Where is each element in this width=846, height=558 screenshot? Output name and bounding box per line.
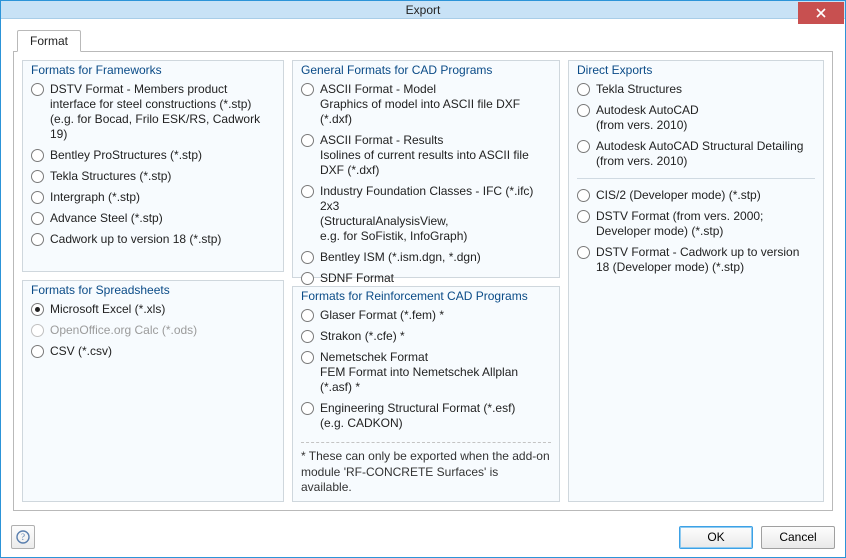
opt-openoffice: OpenOffice.org Calc (*.ods) xyxy=(31,320,275,341)
group-title: Formats for Spreadsheets xyxy=(29,283,172,297)
tabstrip: Format xyxy=(13,29,833,51)
radio-icon xyxy=(31,212,44,225)
help-icon: ? xyxy=(16,530,30,544)
radio-icon xyxy=(301,272,314,285)
group-direct-exports: Direct Exports Tekla Structures Autodesk… xyxy=(568,60,824,502)
ok-button[interactable]: OK xyxy=(679,526,753,549)
radio-icon xyxy=(301,309,314,322)
radio-icon xyxy=(31,345,44,358)
radio-icon xyxy=(31,303,44,316)
reinforcement-note: * These can only be exported when the ad… xyxy=(301,442,551,496)
radio-icon xyxy=(577,246,590,259)
opt-autocad[interactable]: Autodesk AutoCAD(from vers. 2010) xyxy=(577,100,815,136)
radio-icon xyxy=(577,104,590,117)
radio-icon xyxy=(31,149,44,162)
opt-glaser[interactable]: Glaser Format (*.fem) * xyxy=(301,305,551,326)
opt-cis2[interactable]: CIS/2 (Developer mode) (*.stp) xyxy=(577,185,815,206)
group-cad: General Formats for CAD Programs ASCII F… xyxy=(292,60,560,278)
opt-excel[interactable]: Microsoft Excel (*.xls) xyxy=(31,299,275,320)
opt-tekla-stp[interactable]: Tekla Structures (*.stp) xyxy=(31,166,275,187)
help-button[interactable]: ? xyxy=(11,525,35,549)
group-title: General Formats for CAD Programs xyxy=(299,63,494,77)
dialog-footer: ? OK Cancel xyxy=(1,519,845,557)
radio-icon xyxy=(31,170,44,183)
opt-intergraph[interactable]: Intergraph (*.stp) xyxy=(31,187,275,208)
opt-bentley-ism[interactable]: Bentley ISM (*.ism.dgn, *.dgn) xyxy=(301,247,551,268)
window-title: Export xyxy=(1,3,845,17)
group-spreadsheets: Formats for Spreadsheets Microsoft Excel… xyxy=(22,280,284,502)
columns: Formats for Frameworks DSTV Format - Mem… xyxy=(22,60,824,502)
radio-icon xyxy=(301,251,314,264)
radio-icon xyxy=(301,83,314,96)
opt-csv[interactable]: CSV (*.csv) xyxy=(31,341,275,362)
opt-bentley-prostructures[interactable]: Bentley ProStructures (*.stp) xyxy=(31,145,275,166)
export-dialog: Export Format Formats for Frameworks DST… xyxy=(0,0,846,558)
separator xyxy=(577,178,815,179)
group-title: Formats for Reinforcement CAD Programs xyxy=(299,289,530,303)
svg-text:?: ? xyxy=(21,532,25,542)
opt-esf[interactable]: Engineering Structural Format (*.esf)(e.… xyxy=(301,398,551,434)
opt-ascii-model[interactable]: ASCII Format - ModelGraphics of model in… xyxy=(301,79,551,130)
opt-tekla-direct[interactable]: Tekla Structures xyxy=(577,79,815,100)
radio-icon xyxy=(301,402,314,415)
opt-dstv-dev[interactable]: DSTV Format (from vers. 2000; Developer … xyxy=(577,206,815,242)
radio-icon xyxy=(31,233,44,246)
close-button[interactable] xyxy=(798,2,844,24)
dialog-body: Format Formats for Frameworks DSTV Forma… xyxy=(1,19,845,519)
opt-advance-steel[interactable]: Advance Steel (*.stp) xyxy=(31,208,275,229)
opt-dstv-stp[interactable]: DSTV Format - Members product interface … xyxy=(31,79,275,145)
column-left: Formats for Frameworks DSTV Format - Mem… xyxy=(22,60,284,502)
tab-format[interactable]: Format xyxy=(17,30,81,52)
group-title: Direct Exports xyxy=(575,63,654,77)
titlebar: Export xyxy=(1,1,845,19)
column-right: Direct Exports Tekla Structures Autodesk… xyxy=(568,60,824,502)
opt-dstv-cadwork-dev[interactable]: DSTV Format - Cadwork up to version 18 (… xyxy=(577,242,815,278)
opt-ascii-results[interactable]: ASCII Format - ResultsIsolines of curren… xyxy=(301,130,551,181)
opt-cadwork18[interactable]: Cadwork up to version 18 (*.stp) xyxy=(31,229,275,250)
group-reinforcement: Formats for Reinforcement CAD Programs G… xyxy=(292,286,560,502)
tabpage-format: Formats for Frameworks DSTV Format - Mem… xyxy=(13,51,833,511)
radio-icon xyxy=(301,185,314,198)
radio-icon xyxy=(301,330,314,343)
cancel-button[interactable]: Cancel xyxy=(761,526,835,549)
opt-autocad-sd[interactable]: Autodesk AutoCAD Structural Detailing (f… xyxy=(577,136,815,172)
opt-text: DSTV Format - Members product interface … xyxy=(50,82,275,142)
radio-icon xyxy=(577,210,590,223)
radio-icon xyxy=(577,189,590,202)
column-middle: General Formats for CAD Programs ASCII F… xyxy=(292,60,560,502)
radio-icon xyxy=(31,83,44,96)
radio-icon xyxy=(301,351,314,364)
radio-icon xyxy=(577,140,590,153)
group-title: Formats for Frameworks xyxy=(29,63,164,77)
opt-nemetschek[interactable]: Nemetschek FormatFEM Format into Nemetsc… xyxy=(301,347,551,398)
radio-icon xyxy=(577,83,590,96)
opt-ifc[interactable]: Industry Foundation Classes - IFC (*.ifc… xyxy=(301,181,551,247)
opt-strakon[interactable]: Strakon (*.cfe) * xyxy=(301,326,551,347)
radio-icon xyxy=(31,324,44,337)
close-icon xyxy=(815,7,827,19)
group-frameworks: Formats for Frameworks DSTV Format - Mem… xyxy=(22,60,284,272)
radio-icon xyxy=(31,191,44,204)
radio-icon xyxy=(301,134,314,147)
